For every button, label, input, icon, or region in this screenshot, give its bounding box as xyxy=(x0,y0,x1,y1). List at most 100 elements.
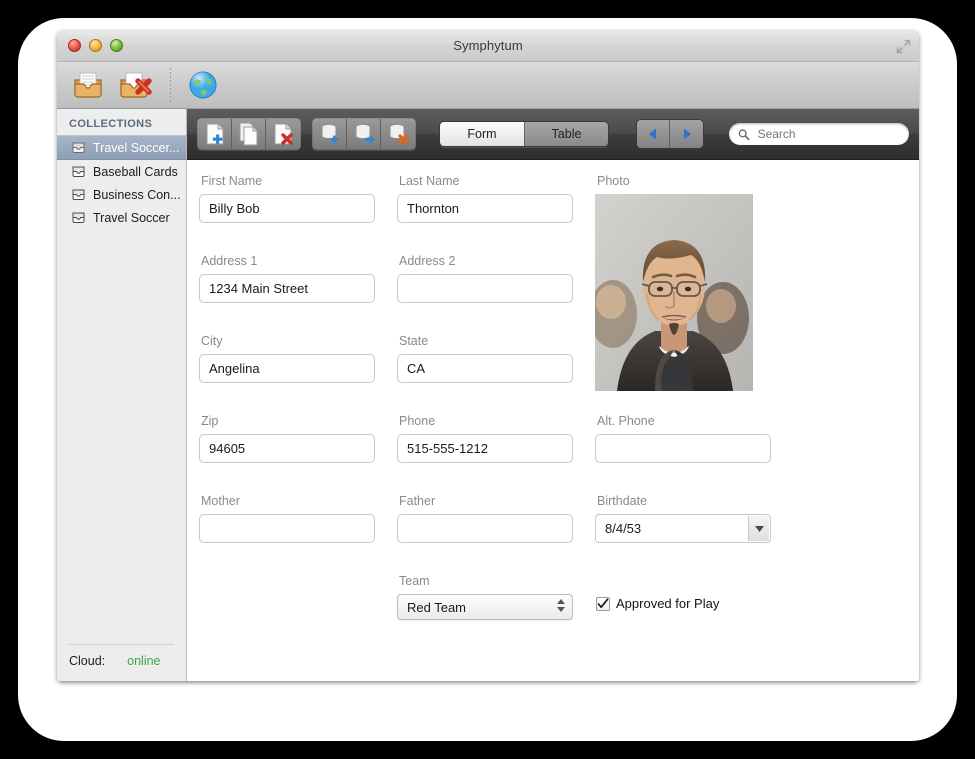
field-team: Team Red Team xyxy=(397,574,573,620)
approved-checkbox[interactable] xyxy=(596,596,610,611)
add-record-button[interactable] xyxy=(198,119,232,149)
delete-collection-button[interactable] xyxy=(381,119,415,149)
sidebar-item-business-contacts[interactable]: Business Con... xyxy=(57,183,186,206)
first-name-label: First Name xyxy=(201,174,263,188)
search-input[interactable] xyxy=(755,126,900,142)
document-copy-icon xyxy=(239,122,257,146)
record-form: First Name Last Name Photo xyxy=(187,160,919,681)
export-collection-button[interactable] xyxy=(347,119,381,149)
arrow-right-icon xyxy=(683,128,691,140)
collection-icon xyxy=(72,142,85,153)
sidebar-item-label: Travel Soccer xyxy=(93,210,170,225)
fullscreen-icon[interactable] xyxy=(896,39,911,54)
document-add-icon xyxy=(206,123,223,145)
address-2-input[interactable] xyxy=(397,274,573,303)
sidebar-item-travel-soccer-truncated[interactable]: Travel Soccer... xyxy=(57,135,186,160)
record-button-group xyxy=(197,118,301,150)
view-mode-segmented-control: Form Table xyxy=(439,121,609,147)
first-name-input[interactable] xyxy=(199,194,375,223)
birthdate-combo[interactable]: 8/4/53 xyxy=(595,514,771,543)
search-icon xyxy=(738,128,750,140)
birthdate-dropdown-button[interactable] xyxy=(748,516,769,541)
mother-label: Mother xyxy=(201,494,240,508)
view-mode-table-tab[interactable]: Table xyxy=(524,122,608,146)
zip-input[interactable] xyxy=(199,434,375,463)
window-body: COLLECTIONS Travel Soccer... Baseball Ca… xyxy=(57,109,919,681)
next-record-button[interactable] xyxy=(670,120,703,148)
record-nav-group xyxy=(636,119,704,149)
zip-label: Zip xyxy=(201,414,219,428)
database-add-icon xyxy=(321,123,338,144)
phone-input[interactable] xyxy=(397,434,573,463)
field-approved-for-play[interactable]: Approved for Play xyxy=(596,596,719,611)
mother-input[interactable] xyxy=(199,514,375,543)
check-icon xyxy=(597,597,609,608)
chevron-down-icon xyxy=(557,607,565,612)
team-select[interactable]: Red Team xyxy=(397,594,573,620)
sidebar-item-label: Baseball Cards xyxy=(93,164,178,179)
portrait-photo xyxy=(595,194,753,391)
birthdate-value: 8/4/53 xyxy=(605,521,642,536)
chevron-up-icon xyxy=(557,599,565,604)
record-toolbar: Form Table xyxy=(187,109,919,160)
state-label: State xyxy=(399,334,429,348)
collections-list: Travel Soccer... Baseball Cards Business… xyxy=(57,135,186,644)
new-collection-icon[interactable] xyxy=(69,66,107,104)
sidebar-item-baseball-cards[interactable]: Baseball Cards xyxy=(57,160,186,183)
window-title: Symphytum xyxy=(453,38,523,53)
birthdate-label: Birthdate xyxy=(597,494,648,508)
sidebar-item-label: Travel Soccer... xyxy=(93,140,180,155)
view-mode-form-tab[interactable]: Form xyxy=(440,122,524,146)
team-label: Team xyxy=(399,574,430,588)
field-state: State xyxy=(397,334,573,383)
field-phone: Phone xyxy=(397,414,573,463)
photo-label: Photo xyxy=(597,174,630,188)
alt-phone-label: Alt. Phone xyxy=(597,414,655,428)
phone-label: Phone xyxy=(399,414,436,428)
database-export-icon xyxy=(355,123,375,144)
last-name-input[interactable] xyxy=(397,194,573,223)
field-photo: Photo xyxy=(595,174,753,391)
photo-thumbnail[interactable] xyxy=(595,194,753,391)
field-mother: Mother xyxy=(199,494,375,543)
city-label: City xyxy=(201,334,223,348)
document-delete-icon xyxy=(274,123,293,145)
address-1-label: Address 1 xyxy=(201,254,258,268)
cloud-status[interactable]: online xyxy=(127,654,160,668)
duplicate-record-button[interactable] xyxy=(232,119,266,149)
sidebar-item-label: Business Con... xyxy=(93,187,181,202)
screen: Symphytum COLLECTIONS Travel Soccer... B… xyxy=(0,0,975,759)
field-address-1: Address 1 xyxy=(199,254,375,303)
title-bar: Symphytum xyxy=(57,31,919,62)
app-window: Symphytum COLLECTIONS Travel Soccer... B… xyxy=(57,31,919,682)
alt-phone-input[interactable] xyxy=(595,434,771,463)
cloud-status-row: Cloud: online xyxy=(69,644,174,668)
field-first-name: First Name xyxy=(199,174,375,223)
add-collection-button[interactable] xyxy=(313,119,347,149)
state-input[interactable] xyxy=(397,354,573,383)
team-stepper-arrows[interactable] xyxy=(557,599,565,612)
previous-record-button[interactable] xyxy=(637,120,670,148)
field-address-2: Address 2 xyxy=(397,254,573,303)
cloud-globe-icon[interactable] xyxy=(186,68,220,102)
collection-icon xyxy=(72,189,85,200)
city-input[interactable] xyxy=(199,354,375,383)
search-field[interactable] xyxy=(729,123,909,145)
collection-icon xyxy=(72,166,85,177)
collections-header: COLLECTIONS xyxy=(69,118,153,130)
sidebar-item-travel-soccer[interactable]: Travel Soccer xyxy=(57,206,186,229)
address-2-label: Address 2 xyxy=(399,254,456,268)
field-birthdate: Birthdate 8/4/53 xyxy=(595,494,771,543)
cloud-label: Cloud: xyxy=(69,654,106,668)
collection-button-group xyxy=(312,118,416,150)
field-last-name: Last Name xyxy=(397,174,573,223)
delete-collection-icon[interactable] xyxy=(117,66,155,104)
father-input[interactable] xyxy=(397,514,573,543)
sidebar: COLLECTIONS Travel Soccer... Baseball Ca… xyxy=(57,109,187,681)
app-toolbar xyxy=(57,62,919,109)
field-zip: Zip xyxy=(199,414,375,463)
field-father: Father xyxy=(397,494,573,543)
arrow-left-icon xyxy=(649,128,656,140)
delete-record-button[interactable] xyxy=(266,119,300,149)
address-1-input[interactable] xyxy=(199,274,375,303)
